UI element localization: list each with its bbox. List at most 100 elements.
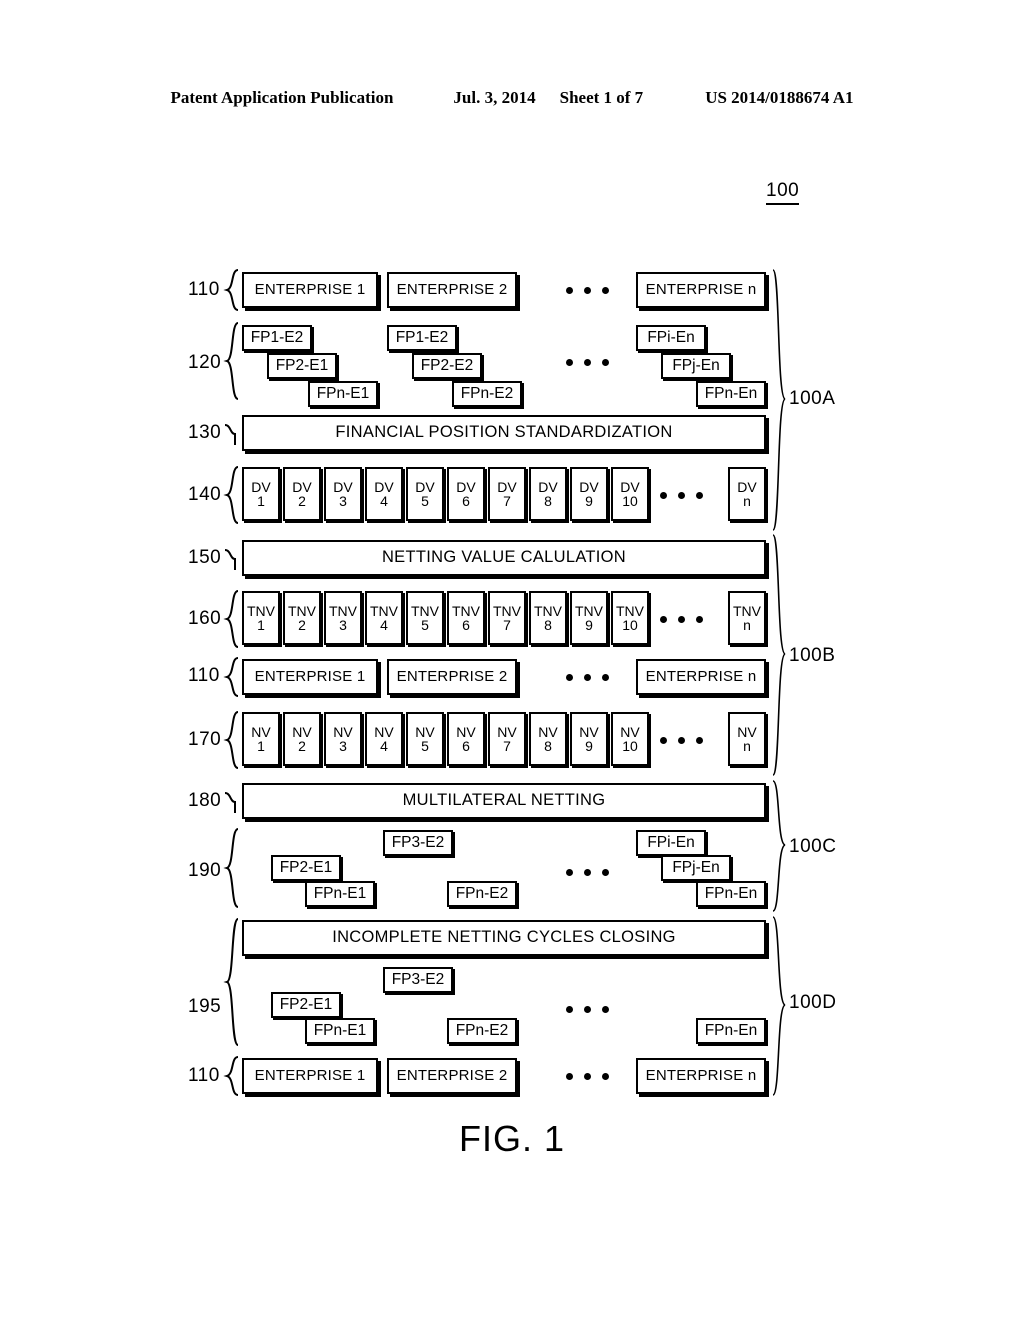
fp-box-195-fp3e2[interactable]: FP3-E2 [383, 967, 453, 993]
tnv-box-label: TNV [329, 603, 357, 619]
tnv-box-4[interactable]: TNV 4 [365, 591, 403, 645]
fp-box-120-g1-3[interactable]: FPn-E1 [308, 381, 378, 407]
dv-box-10[interactable]: DV 10 [611, 467, 649, 521]
figure-caption: FIG. 1 [458, 1118, 566, 1159]
fp-box-190-fp3e2[interactable]: FP3-E2 [383, 830, 453, 856]
fp-box-120-g3-2[interactable]: FPj-En [661, 353, 731, 379]
nv-box-3[interactable]: NV 3 [324, 712, 362, 766]
ellipsis-enterprises-top [566, 287, 609, 294]
fp-box-190-g3-1[interactable]: FPi-En [636, 830, 706, 856]
ellipsis-nv [660, 737, 703, 744]
enterprise-box-n-top[interactable]: ENTERPRISE n [636, 272, 766, 308]
enterprise-box-1-top[interactable]: ENTERPRISE 1 [242, 272, 378, 308]
brace-160 [223, 590, 239, 648]
callout-160: 160 [188, 608, 222, 629]
fp-box-190-g3-2[interactable]: FPj-En [661, 855, 731, 881]
nv-box-index: 6 [462, 738, 470, 754]
tnv-box-7[interactable]: TNV 7 [488, 591, 526, 645]
enterprise-box-n-bottom[interactable]: ENTERPRISE n [636, 1058, 766, 1094]
tnv-box-label: TNV [247, 603, 275, 619]
nv-box-n[interactable]: NV n [728, 712, 766, 766]
ellipsis-tnv [660, 616, 703, 623]
tnv-box-label: TNV [452, 603, 480, 619]
dv-box-5[interactable]: DV 5 [406, 467, 444, 521]
dv-box-8[interactable]: DV 8 [529, 467, 567, 521]
process-box-150[interactable]: NETTING VALUE CALULATION [242, 540, 766, 576]
fp-box-195-fp2e1[interactable]: FP2-E1 [271, 992, 341, 1018]
tnv-box-1[interactable]: TNV 1 [242, 591, 280, 645]
nv-box-9[interactable]: NV 9 [570, 712, 608, 766]
tnv-box-index: 8 [544, 617, 552, 633]
dv-box-6[interactable]: DV 6 [447, 467, 485, 521]
dv-box-index: 5 [421, 493, 429, 509]
nv-box-5[interactable]: NV 5 [406, 712, 444, 766]
nv-box-1[interactable]: NV 1 [242, 712, 280, 766]
tnv-box-label: TNV [733, 603, 761, 619]
ellipsis-dv [660, 492, 703, 499]
process-box-195[interactable]: INCOMPLETE NETTING CYCLES CLOSING [242, 920, 766, 956]
callout-180: 180 [188, 790, 222, 811]
tnv-box-9[interactable]: TNV 9 [570, 591, 608, 645]
tnv-box-n[interactable]: TNV n [728, 591, 766, 645]
enterprise-box-2-top[interactable]: ENTERPRISE 2 [387, 272, 517, 308]
dv-box-7[interactable]: DV 7 [488, 467, 526, 521]
dv-box-9[interactable]: DV 9 [570, 467, 608, 521]
fp-box-190-g3-3[interactable]: FPn-En [696, 881, 766, 907]
tnv-box-5[interactable]: TNV 5 [406, 591, 444, 645]
dv-box-n[interactable]: DV n [728, 467, 766, 521]
callout-110-mid: 110 [188, 665, 220, 686]
fp-box-190-fp2e1[interactable]: FP2-E1 [271, 855, 341, 881]
fp-box-190-fpne1[interactable]: FPn-E1 [305, 881, 375, 907]
enterprise-box-2-mid[interactable]: ENTERPRISE 2 [387, 659, 517, 695]
nv-box-label: NV [456, 724, 476, 740]
process-box-180[interactable]: MULTILATERAL NETTING [242, 783, 766, 819]
tnv-box-10[interactable]: TNV 10 [611, 591, 649, 645]
nv-box-7[interactable]: NV 7 [488, 712, 526, 766]
tnv-box-index: 7 [503, 617, 511, 633]
nv-box-4[interactable]: NV 4 [365, 712, 403, 766]
dv-box-4[interactable]: DV 4 [365, 467, 403, 521]
fp-box-120-g3-3[interactable]: FPn-En [696, 381, 766, 407]
dv-box-2[interactable]: DV 2 [283, 467, 321, 521]
dv-box-3[interactable]: DV 3 [324, 467, 362, 521]
tnv-box-6[interactable]: TNV 6 [447, 591, 485, 645]
fp-box-120-g1-1[interactable]: FP1-E2 [242, 325, 312, 351]
tnv-box-8[interactable]: TNV 8 [529, 591, 567, 645]
fp-box-195-fpnen[interactable]: FPn-En [696, 1018, 766, 1044]
enterprise-box-1-bottom[interactable]: ENTERPRISE 1 [242, 1058, 378, 1094]
fp-box-195-fpne1[interactable]: FPn-E1 [305, 1018, 375, 1044]
nv-box-10[interactable]: NV 10 [611, 712, 649, 766]
process-box-130[interactable]: FINANCIAL POSITION STANDARDIZATION [242, 415, 766, 451]
tnv-box-label: TNV [616, 603, 644, 619]
brace-140 [223, 466, 239, 524]
dv-box-index: 4 [380, 493, 388, 509]
enterprise-box-n-mid[interactable]: ENTERPRISE n [636, 659, 766, 695]
fp-box-120-g2-2[interactable]: FP2-E2 [412, 353, 482, 379]
nv-box-label: NV [251, 724, 271, 740]
enterprise-box-2-bottom[interactable]: ENTERPRISE 2 [387, 1058, 517, 1094]
brace-190 [223, 828, 239, 908]
tnv-box-3[interactable]: TNV 3 [324, 591, 362, 645]
tnv-box-index: 2 [298, 617, 306, 633]
tnv-box-label: TNV [288, 603, 316, 619]
tnv-box-index: 6 [462, 617, 470, 633]
leader-180 [224, 788, 244, 814]
fp-box-120-g2-1[interactable]: FP1-E2 [387, 325, 457, 351]
fp-box-120-g3-1[interactable]: FPi-En [636, 325, 706, 351]
fp-box-120-g2-3[interactable]: FPn-E2 [452, 381, 522, 407]
nv-box-6[interactable]: NV 6 [447, 712, 485, 766]
nv-box-label: NV [374, 724, 394, 740]
dv-box-1[interactable]: DV 1 [242, 467, 280, 521]
fp-box-195-fpne2[interactable]: FPn-E2 [447, 1018, 517, 1044]
fp-box-190-fpne2[interactable]: FPn-E2 [447, 881, 517, 907]
tnv-box-index: 5 [421, 617, 429, 633]
nv-box-index: 1 [257, 738, 265, 754]
nv-box-index: 8 [544, 738, 552, 754]
nv-box-2[interactable]: NV 2 [283, 712, 321, 766]
tnv-box-2[interactable]: TNV 2 [283, 591, 321, 645]
fp-box-120-g1-2[interactable]: FP2-E1 [267, 353, 337, 379]
nv-box-8[interactable]: NV 8 [529, 712, 567, 766]
dv-box-label: DV [333, 479, 353, 495]
enterprise-box-1-mid[interactable]: ENTERPRISE 1 [242, 659, 378, 695]
tnv-box-label: TNV [493, 603, 521, 619]
